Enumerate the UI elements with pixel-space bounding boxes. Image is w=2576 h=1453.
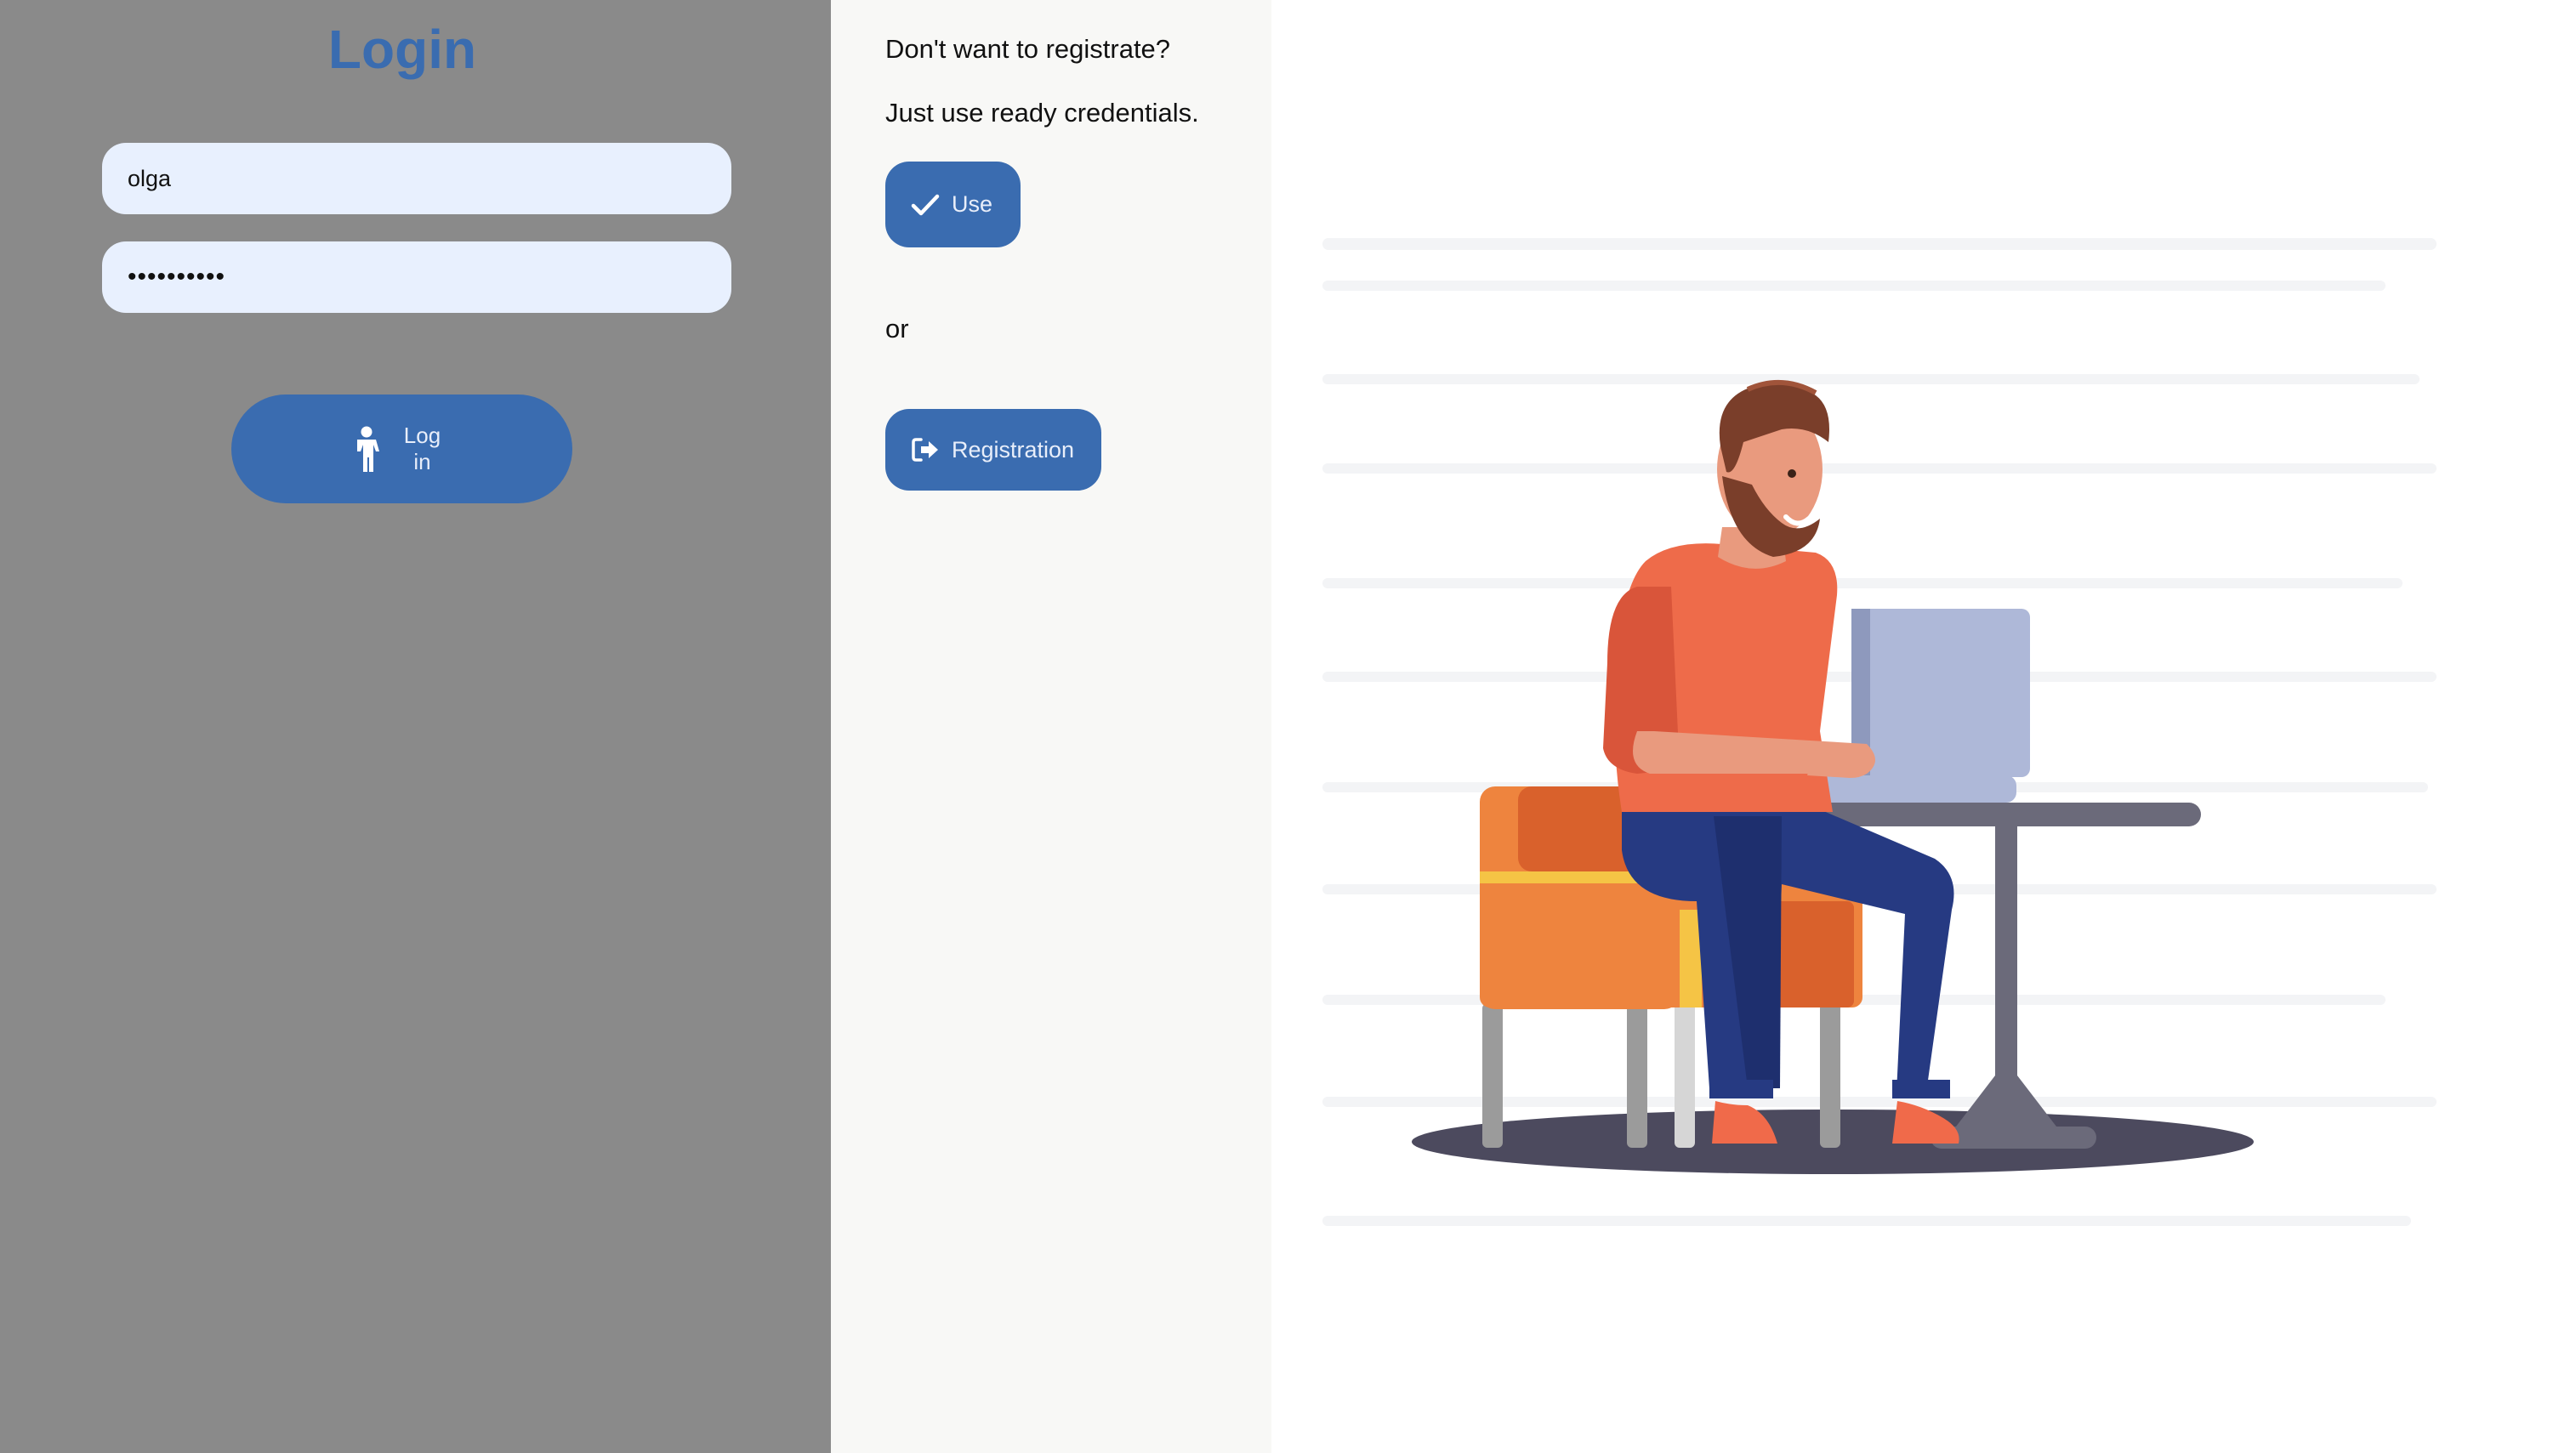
guest-panel: Don't want to registrate? Just use ready… bbox=[831, 0, 1271, 1453]
use-credentials-button[interactable]: Use bbox=[885, 162, 1021, 247]
guest-question: Don't want to registrate? bbox=[885, 34, 1171, 64]
torso bbox=[1603, 527, 1875, 812]
page: Login Log in Don't want to registrate? J… bbox=[0, 0, 2576, 1453]
password-input[interactable] bbox=[102, 241, 731, 313]
sign-in-arrow-icon bbox=[912, 438, 938, 462]
login-label-line2: in bbox=[413, 449, 431, 474]
or-separator: or bbox=[885, 314, 909, 343]
login-button-label: Log in bbox=[393, 423, 452, 475]
login-title: Login bbox=[327, 19, 477, 80]
login-panel: Login Log in bbox=[0, 0, 831, 1453]
use-button-label: Use bbox=[952, 191, 993, 217]
login-label-line1: Log bbox=[403, 423, 441, 448]
registration-button[interactable]: Registration bbox=[885, 409, 1101, 491]
username-input[interactable] bbox=[102, 143, 731, 214]
guest-hint: Just use ready credentials. bbox=[885, 98, 1199, 128]
man-at-laptop-illustration bbox=[1322, 238, 2437, 1226]
registration-button-label: Registration bbox=[952, 436, 1075, 463]
illustration-panel bbox=[1271, 0, 2576, 1453]
login-button[interactable]: Log in bbox=[231, 394, 572, 503]
child-person-icon bbox=[356, 426, 379, 472]
checkmark-icon bbox=[911, 194, 940, 215]
